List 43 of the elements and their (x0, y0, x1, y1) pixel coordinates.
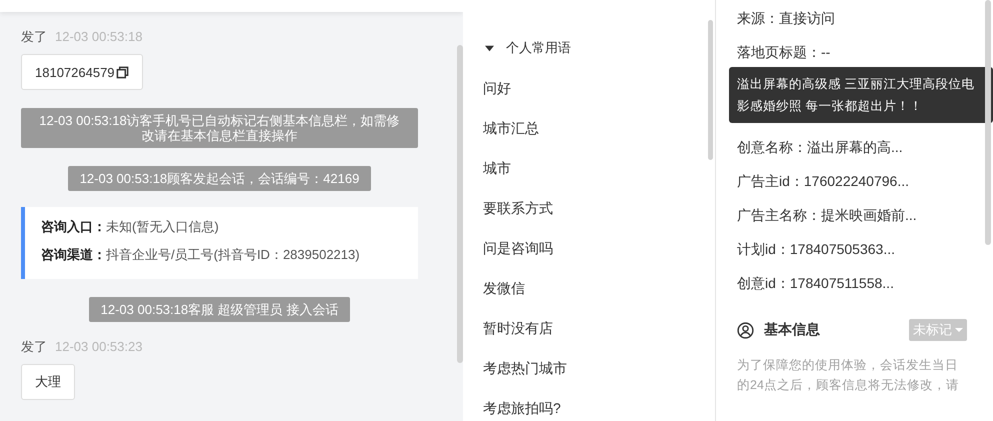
notice-time: 12-03 00:53:18 (80, 171, 168, 186)
quick-reply-item[interactable]: 发微信 (483, 278, 715, 298)
quick-reply-item[interactable]: 考虑热门城市 (483, 358, 715, 378)
info-field: 广告主名称：提米映画婚前... (737, 205, 973, 225)
quick-reply-item[interactable]: 暂时没有店 (483, 318, 715, 338)
message-time: 12-03 00:53:18 (55, 29, 142, 44)
info-field: 创意id：178407511558... (737, 273, 973, 293)
info-field: 创意名称：溢出屏幕的高... (737, 137, 973, 157)
scrollbar[interactable] (457, 45, 463, 363)
message-text: 大理 (35, 373, 61, 391)
notice-text: 为了保障您的使用体验，会话发生当日的24点之后，顾客信息将无法修改，请 (737, 357, 960, 394)
quick-reply-item[interactable]: 城市 (483, 158, 715, 178)
notice-time: 12-03 00:53:18 (100, 302, 188, 317)
notice-text: 访客手机号已自动标记右侧基本信息栏，如需修改请在基本信息栏直接操作 (126, 113, 400, 143)
section-title: 基本信息 (764, 321, 821, 339)
quick-reply-item[interactable]: 要联系方式 (483, 198, 715, 218)
notice-text: 客服 超级管理员 接入会话 (188, 302, 338, 317)
message-time: 12-03 00:53:23 (55, 339, 142, 354)
info-field: 落地页标题：-- (737, 42, 973, 62)
group-header[interactable]: 个人常用语 (485, 38, 715, 58)
info-field: 广告主id：176022240796... (737, 171, 973, 191)
quick-reply-item[interactable]: 问好 (483, 78, 715, 98)
quick-reply-item[interactable]: 问是咨询吗 (483, 238, 715, 258)
sender-name: 发了 (21, 338, 47, 356)
scrollbar[interactable] (708, 20, 713, 160)
tooltip: 溢出屏幕的高级感 三亚丽江大理高段位电影感婚纱照 每一张都超出片！！ (729, 67, 993, 123)
scrollbar[interactable] (985, 0, 991, 245)
info-label: 咨询渠道： (41, 247, 106, 262)
group-title: 个人常用语 (506, 39, 571, 57)
message-text: 18107264579 (35, 64, 115, 80)
info-label: 咨询入口： (41, 219, 106, 234)
user-icon (737, 322, 754, 338)
caret-icon (955, 327, 963, 333)
info-value: 抖音企业号/员工号(抖音号ID：2839502213) (106, 247, 360, 262)
info-value: 未知(暂无入口信息) (106, 219, 219, 234)
quick-reply-item[interactable]: 考虑旅拍吗? (483, 398, 715, 418)
info-field: 计划id：178407505363... (737, 239, 973, 259)
copy-icon[interactable] (116, 66, 129, 78)
notice-text: 顾客发起会话，会话编号：42169 (167, 171, 360, 186)
notice-time: 12-03 00:53:18 (39, 113, 127, 128)
info-field: 来源：直接访问 (737, 8, 973, 28)
sender-name: 发了 (21, 28, 47, 46)
quick-reply-item[interactable]: 城市汇总 (483, 118, 715, 138)
